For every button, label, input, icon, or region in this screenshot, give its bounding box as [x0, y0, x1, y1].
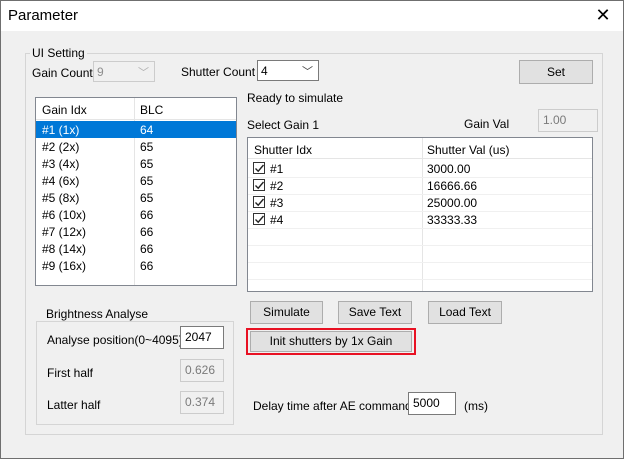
title-bar: Parameter ✕: [1, 1, 623, 31]
blc-cell: 66: [140, 259, 154, 273]
close-icon[interactable]: ✕: [591, 4, 615, 26]
gain-list-row[interactable]: #3 (4x) 65: [36, 155, 236, 172]
shutter-idx-cell: #4: [270, 213, 284, 227]
gain-list-row[interactable]: #1 (1x) 64: [36, 121, 236, 138]
gain-idx-cell: #8 (14x): [42, 242, 87, 256]
blc-cell: 66: [140, 208, 154, 222]
status-text: Ready to simulate: [247, 91, 344, 105]
shutter-list-row[interactable]: #1 3000.00: [248, 160, 592, 177]
delay-label: Delay time after AE command: [253, 399, 412, 413]
shutter-list-row[interactable]: #3 25000.00: [248, 194, 592, 211]
init-shutters-button[interactable]: Init shutters by 1x Gain: [250, 331, 412, 352]
gain-idx-cell: #4 (6x): [42, 174, 80, 188]
shutter-checkbox[interactable]: [253, 196, 265, 208]
shutter-list[interactable]: Shutter Idx Shutter Val (us) #1 3000.00 #2…: [247, 137, 593, 292]
shutter-idx-cell: #3: [270, 196, 284, 210]
blc-header[interactable]: BLC: [140, 103, 163, 117]
gain-idx-cell: #3 (4x): [42, 157, 80, 171]
checkmark-icon: [255, 164, 265, 173]
shutter-list-row[interactable]: #2 16666.66: [248, 177, 592, 194]
shutter-checkbox[interactable]: [253, 179, 265, 191]
set-button[interactable]: Set: [519, 60, 593, 84]
checkmark-icon: [255, 181, 265, 190]
gain-val-label: Gain Val: [464, 117, 510, 131]
first-half-field[interactable]: 0.626: [180, 359, 224, 382]
window-title: Parameter: [8, 7, 79, 24]
ui-setting-group-title: UI Setting: [30, 46, 87, 60]
shutter-val-header[interactable]: Shutter Val (us): [427, 143, 509, 157]
gain-idx-header[interactable]: Gain Idx: [42, 103, 87, 117]
shutter-checkbox[interactable]: [253, 162, 265, 174]
gain-list[interactable]: Gain Idx BLC #1 (1x) 64 #2 (2x) 65 #3 (4x) 65…: [35, 97, 237, 286]
gain-count-label: Gain Count: [32, 66, 93, 80]
shutter-val-cell: 3000.00: [427, 162, 471, 176]
gain-list-row[interactable]: #5 (8x) 65: [36, 189, 236, 206]
gain-list-row[interactable]: #7 (12x) 66: [36, 223, 236, 240]
blc-cell: 65: [140, 174, 154, 188]
blc-cell: 65: [140, 157, 154, 171]
gain-count-combo[interactable]: 9 ﹀: [93, 61, 155, 82]
shutter-idx-cell: #1: [270, 162, 284, 176]
gain-val-field[interactable]: 1.00: [538, 109, 598, 132]
gain-list-row[interactable]: #4 (6x) 65: [36, 172, 236, 189]
brightness-analyse-title: Brightness Analyse: [44, 307, 151, 321]
shutter-count-combo[interactable]: 4 ﹀: [257, 60, 319, 81]
delay-field[interactable]: 5000: [408, 392, 456, 415]
checkmark-icon: [255, 198, 265, 207]
gain-list-row[interactable]: #2 (2x) 65: [36, 138, 236, 155]
shutter-checkbox[interactable]: [253, 213, 265, 225]
blc-cell: 66: [140, 225, 154, 239]
shutter-val-cell: 16666.66: [427, 179, 478, 193]
shutter-val-cell: 33333.33: [427, 213, 478, 227]
save-text-button[interactable]: Save Text: [338, 301, 412, 324]
shutter-idx-header[interactable]: Shutter Idx: [254, 143, 312, 157]
checkmark-icon: [255, 215, 265, 224]
simulate-button[interactable]: Simulate: [250, 301, 323, 324]
shutter-list-row[interactable]: #4 33333.33: [248, 211, 592, 228]
gain-idx-cell: #6 (10x): [42, 208, 87, 222]
gain-list-row[interactable]: #6 (10x) 66: [36, 206, 236, 223]
shutter-idx-cell: #2: [270, 179, 284, 193]
gain-list-row[interactable]: #8 (14x) 66: [36, 240, 236, 257]
blc-cell: 65: [140, 191, 154, 205]
gain-idx-cell: #5 (8x): [42, 191, 80, 205]
gain-idx-cell: #1 (1x): [42, 123, 80, 137]
blc-cell: 66: [140, 242, 154, 256]
latter-half-field[interactable]: 0.374: [180, 391, 224, 414]
gain-list-row[interactable]: #9 (16x) 66: [36, 257, 236, 274]
chevron-down-icon: ﹀: [302, 66, 313, 78]
shutter-count-label: Shutter Count: [181, 65, 256, 79]
analyse-position-label: Analyse position(0~4095): [47, 333, 183, 347]
load-text-button[interactable]: Load Text: [428, 301, 502, 324]
select-gain-text: Select Gain 1: [247, 118, 320, 132]
gain-idx-cell: #2 (2x): [42, 140, 80, 154]
shutter-val-cell: 25000.00: [427, 196, 478, 210]
blc-cell: 65: [140, 140, 154, 154]
blc-cell: 64: [140, 123, 154, 137]
gain-idx-cell: #9 (16x): [42, 259, 87, 273]
first-half-label: First half: [47, 366, 94, 380]
latter-half-label: Latter half: [47, 398, 101, 412]
analyse-position-field[interactable]: 2047: [180, 326, 224, 349]
parameter-dialog: Parameter ✕ UI Setting Gain Count 9 ﹀ Sh…: [0, 0, 624, 459]
chevron-down-icon: ﹀: [138, 67, 149, 79]
delay-unit: (ms): [464, 399, 488, 413]
gain-idx-cell: #7 (12x): [42, 225, 87, 239]
